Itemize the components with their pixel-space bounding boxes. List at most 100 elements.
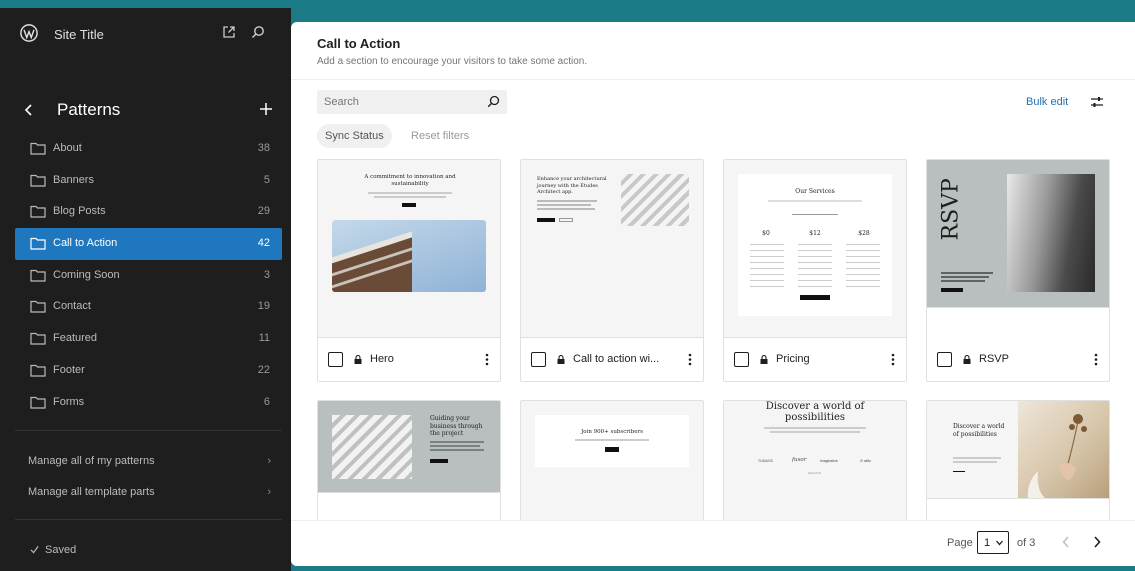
category-item-blog-posts[interactable]: Blog Posts 29 [15, 196, 282, 228]
next-page-icon[interactable] [1093, 536, 1101, 548]
external-link-icon[interactable] [222, 25, 236, 39]
facade-image [621, 174, 689, 226]
thumb-price: $12 [809, 230, 821, 237]
pattern-thumbnail[interactable]: Guiding your business through the projec… [318, 401, 500, 493]
pattern-card[interactable]: Discover a world of possibilities [926, 400, 1110, 530]
more-options-icon[interactable] [688, 353, 692, 366]
site-title[interactable]: Site Title [54, 27, 104, 42]
wordpress-logo-icon[interactable] [20, 24, 38, 42]
select-checkbox[interactable] [531, 352, 546, 367]
category-item-featured[interactable]: Featured 11 [15, 323, 282, 355]
thumb-price: $0 [762, 230, 770, 237]
pattern-thumbnail[interactable]: Join 900+ subscribers [521, 401, 703, 529]
pattern-thumbnail[interactable]: Enhance your architectural journey with … [521, 160, 703, 338]
pattern-thumbnail[interactable]: Discover a world of possibilities [927, 401, 1109, 499]
category-label: Featured [53, 332, 98, 345]
category-item-banners[interactable]: Banners 5 [15, 165, 282, 197]
pattern-card[interactable]: Guiding your business through the projec… [317, 400, 501, 530]
add-pattern-icon[interactable] [259, 102, 273, 116]
thumb-heading: Enhance your architectural journey with … [537, 176, 607, 195]
thumb-price: $28 [858, 230, 870, 237]
category-label: Contact [53, 300, 91, 313]
category-count: 42 [257, 237, 270, 250]
pattern-card-hero[interactable]: A commitment to innovation and sustainab… [317, 159, 501, 382]
thumb-text [770, 431, 860, 433]
thumb-rule [792, 214, 838, 215]
pattern-thumbnail[interactable]: RSVP [927, 160, 1109, 308]
thumb-heading: Discover a world of possibilities [953, 423, 1005, 438]
pattern-thumbnail[interactable]: A commitment to innovation and sustainab… [318, 160, 500, 338]
page-label: Page [947, 537, 973, 549]
folder-icon [30, 174, 46, 187]
category-label: Footer [53, 363, 85, 376]
category-count: 3 [263, 268, 270, 281]
select-checkbox[interactable] [937, 352, 952, 367]
card-footer: RSVP [927, 339, 1109, 381]
thumb-text [941, 280, 985, 282]
category-label: Forms [53, 395, 85, 408]
thumb-text [374, 196, 446, 198]
pattern-card[interactable]: Discover a world of possibilities TUMAGE… [723, 400, 907, 530]
pattern-thumbnail[interactable]: Discover a world of possibilities TUMAGE… [724, 401, 906, 529]
saved-status: Saved [30, 544, 76, 556]
category-label: About [53, 142, 82, 154]
more-options-icon[interactable] [485, 353, 489, 366]
category-item-about[interactable]: About 38 [15, 133, 282, 165]
pattern-card-rsvp[interactable]: RSVP RSVP [926, 159, 1110, 382]
category-item-coming-soon[interactable]: Coming Soon 3 [15, 260, 282, 292]
manage-template-parts-link[interactable]: Manage all template parts › [28, 486, 271, 498]
pattern-title: Hero [370, 353, 394, 365]
thumb-text [941, 276, 989, 278]
thumb-text [537, 200, 597, 202]
thumb-text [430, 449, 484, 451]
manage-patterns-label: Manage all of my patterns [28, 455, 155, 467]
page-select-value: 1 [984, 537, 991, 549]
pattern-card[interactable]: Join 900+ subscribers [520, 400, 704, 530]
thumb-text [430, 445, 480, 447]
category-label: Blog Posts [53, 205, 106, 218]
more-options-icon[interactable] [891, 353, 895, 366]
pattern-title: RSVP [979, 353, 1009, 365]
search-icon[interactable] [251, 25, 265, 39]
category-count: 29 [257, 205, 270, 218]
pricing-sheet: Our Services $0 $12 $28 [738, 174, 892, 316]
logo-label: imaginative [820, 459, 838, 463]
select-checkbox[interactable] [328, 352, 343, 367]
card-footer: Hero [318, 339, 500, 381]
logo-label: TUMAGE [758, 459, 773, 463]
search-input[interactable] [317, 90, 477, 114]
corridor-image [1007, 174, 1095, 292]
card-footer: Call to action wi... [521, 339, 703, 381]
category-item-footer[interactable]: Footer 22 [15, 355, 282, 387]
category-item-call-to-action[interactable]: Call to Action 42 [15, 228, 282, 260]
category-item-forms[interactable]: Forms 6 [15, 387, 282, 419]
manage-patterns-link[interactable]: Manage all of my patterns › [28, 455, 271, 467]
more-options-icon[interactable] [1094, 353, 1098, 366]
page-total: of 3 [1017, 537, 1036, 549]
pattern-thumbnail[interactable]: Our Services $0 $12 $28 [724, 160, 906, 338]
reset-filters-button[interactable]: Reset filters [411, 124, 469, 148]
page-select[interactable]: 1 [977, 531, 1009, 554]
previous-page-icon[interactable] [1062, 536, 1070, 548]
folder-icon [30, 206, 46, 218]
thumb-heading: RSVP [938, 178, 964, 241]
sync-status-filter[interactable]: Sync Status [317, 124, 392, 148]
back-chevron-icon[interactable] [23, 103, 35, 117]
pattern-card-call-to-action[interactable]: Enhance your architectural journey with … [520, 159, 704, 382]
logo-label: ∅ wiltz [860, 459, 871, 463]
select-checkbox[interactable] [734, 352, 749, 367]
thumb-text [368, 192, 452, 194]
saved-label: Saved [45, 544, 77, 556]
pattern-card-pricing[interactable]: Our Services $0 $12 $28 Pricing [723, 159, 907, 382]
thumb-text [768, 200, 862, 202]
thumb-text [430, 441, 484, 443]
category-count: 38 [257, 142, 270, 154]
category-count: 6 [263, 395, 270, 408]
pattern-title: Call to action wi... [573, 353, 660, 365]
header-divider [291, 79, 1135, 80]
category-count: 11 [258, 332, 270, 345]
thumb-features [798, 244, 832, 288]
category-item-contact[interactable]: Contact 19 [15, 291, 282, 323]
view-options-icon[interactable] [1090, 95, 1104, 109]
bulk-edit-button[interactable]: Bulk edit [1026, 96, 1068, 108]
